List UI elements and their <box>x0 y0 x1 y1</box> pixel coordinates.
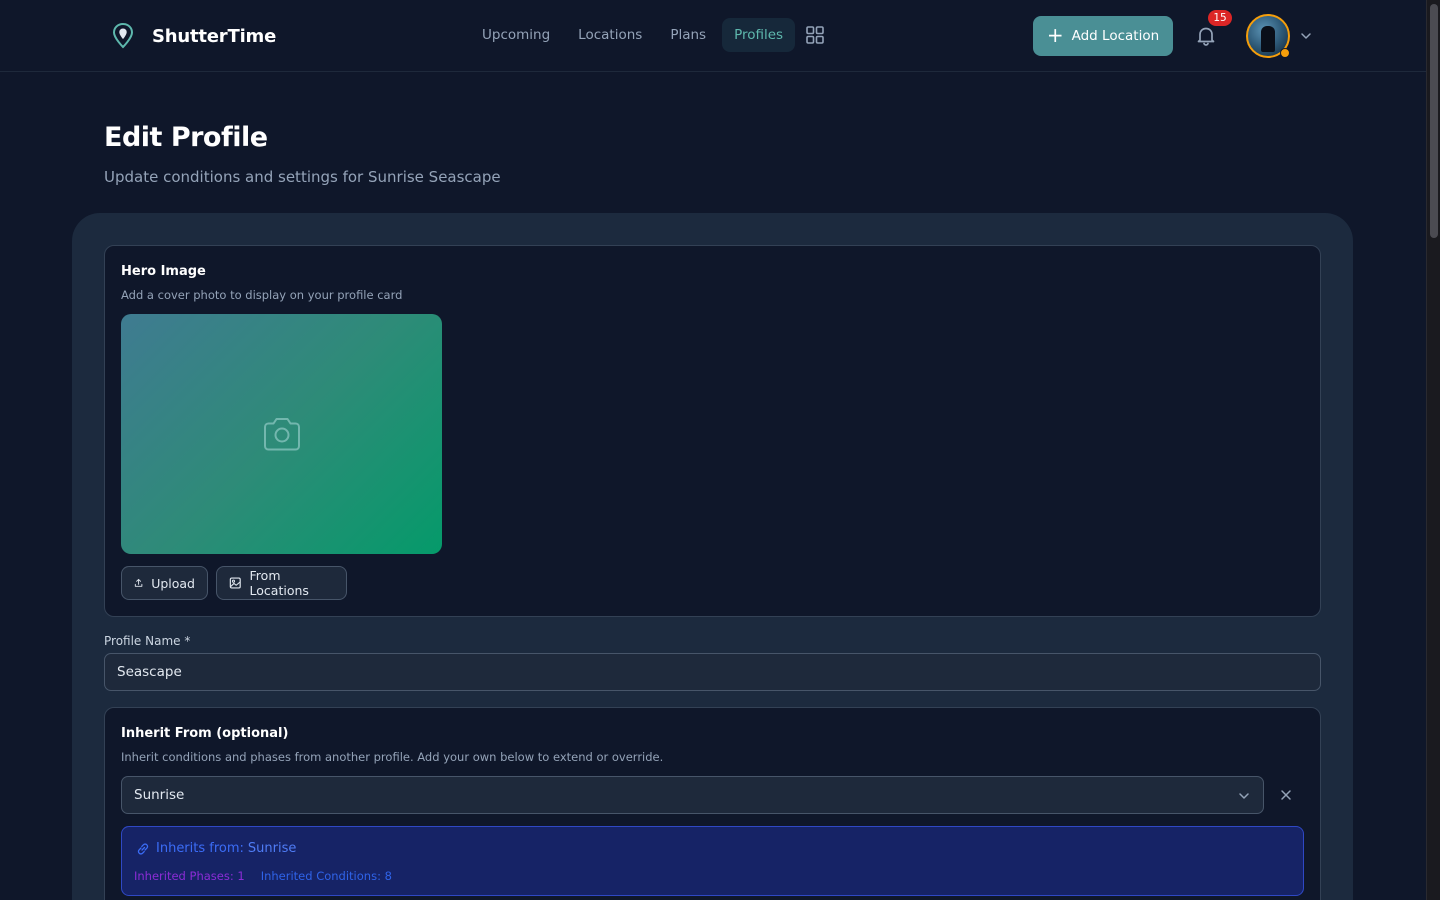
upload-button[interactable]: Upload <box>121 566 208 600</box>
avatar-status-dot <box>1280 48 1290 58</box>
add-location-label: Add Location <box>1071 28 1160 44</box>
hero-image-placeholder[interactable] <box>121 314 442 554</box>
inherit-info-value: Sunrise <box>247 841 297 856</box>
inherit-section: Inherit From (optional) Inherit conditio… <box>104 707 1321 900</box>
chevron-down-icon <box>1239 793 1249 799</box>
nav-item-locations[interactable]: Locations <box>566 18 654 52</box>
from-locations-button[interactable]: From Locations <box>216 566 347 600</box>
notification-badge: 15 <box>1208 10 1232 26</box>
inherit-title: Inherit From (optional) <box>121 726 289 741</box>
scrollbar-thumb[interactable] <box>1430 4 1438 238</box>
grid-icon[interactable] <box>805 25 825 45</box>
upload-label: Upload <box>151 575 195 591</box>
avatar-photo <box>1261 26 1275 52</box>
inherit-selected-value: Sunrise <box>134 787 185 803</box>
inherit-info-box: Inherits from: Sunrise Inherited Phases:… <box>121 826 1304 896</box>
page-title: Edit Profile <box>104 122 268 153</box>
upload-icon <box>134 578 143 587</box>
map-pin-icon <box>112 22 134 49</box>
inherited-phases: Inherited Phases: 1 <box>134 869 245 883</box>
brand[interactable]: ShutterTime <box>110 22 276 50</box>
page-subtitle: Update conditions and settings for Sunri… <box>104 168 501 186</box>
plus-icon: + <box>1046 23 1064 47</box>
nav-item-upcoming[interactable]: Upcoming <box>470 18 562 52</box>
profile-name-input[interactable]: Seascape <box>104 653 1321 691</box>
nav-item-plans[interactable]: Plans <box>658 18 718 52</box>
nav-item-profiles[interactable]: Profiles <box>722 18 796 52</box>
inherit-info-header: Inherits from: Sunrise <box>136 841 296 856</box>
scrollbar[interactable] <box>1426 0 1440 900</box>
main-nav: Upcoming Locations Plans Profiles <box>470 18 825 52</box>
hero-image-description: Add a cover photo to display on your pro… <box>121 288 403 302</box>
close-icon[interactable] <box>1279 788 1293 802</box>
hero-image-title: Hero Image <box>121 264 206 279</box>
add-location-button[interactable]: + Add Location <box>1033 16 1173 56</box>
brand-name: ShutterTime <box>152 25 277 47</box>
inherit-info-label: Inherits from: <box>156 841 244 856</box>
camera-icon <box>264 418 300 451</box>
profile-name-label: Profile Name * <box>104 634 191 648</box>
inherit-select[interactable]: Sunrise <box>121 776 1264 814</box>
link-icon <box>137 842 149 855</box>
image-icon <box>229 577 241 589</box>
top-header: ShutterTime Upcoming Locations Plans Pro… <box>0 0 1426 72</box>
from-locations-label: From Locations <box>249 568 309 598</box>
bell-icon[interactable] <box>1194 24 1218 48</box>
inherit-description: Inherit conditions and phases from anoth… <box>121 750 664 764</box>
chevron-down-icon[interactable] <box>1299 29 1313 43</box>
hero-image-section: Hero Image Add a cover photo to display … <box>104 245 1321 617</box>
inherit-info-stats: Inherited Phases: 1 Inherited Conditions… <box>134 869 392 883</box>
inherited-conditions: Inherited Conditions: 8 <box>260 869 392 883</box>
